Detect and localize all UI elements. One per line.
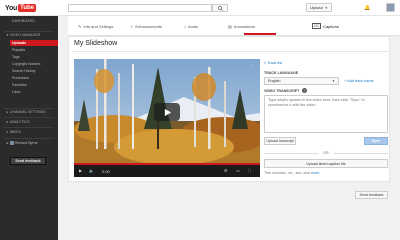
youtube-logo[interactable]: You Tube [5,3,36,13]
top-bar: You Tube Upload ▼ 🔔 [0,0,400,16]
sidebar-item-favorites[interactable]: Favorites [12,83,27,87]
music-note-icon: ♪ [184,23,186,29]
upload-button[interactable]: Upload ▼ [306,3,332,12]
upload-caption-file-button[interactable]: Upload timed caption file [264,159,388,168]
tab-bar: ✎ Info and Settings ✧ Enhancements ♪ Aud… [68,16,400,36]
tab-audio-label: Audio [188,23,199,29]
tab-audio[interactable]: ♪ Audio [184,21,198,31]
play-button-icon[interactable]: ▶ [79,168,82,173]
title-divider [72,51,388,52]
notification-bell-icon[interactable]: 🔔 [364,4,371,11]
user-avatar [9,141,14,146]
play-overlay-button[interactable] [154,103,180,121]
tab-annotations-label: Annotations [233,23,255,29]
sync-button[interactable]: Sync [364,137,388,145]
sidebar-item-tags[interactable]: Tags [12,55,20,59]
volume-icon[interactable]: 🔈 [89,168,94,173]
send-feedback-button[interactable]: Send feedback [355,191,388,199]
file-types-note: This includes .srt, .sbv, and more [264,171,319,175]
sidebar-channel-settings[interactable]: ► CHANNEL SETTINGS [6,110,46,114]
sidebar-item-purchases[interactable]: Purchases [12,76,29,80]
sidebar-item-likes[interactable]: Likes [12,90,20,94]
search-input[interactable] [68,4,212,12]
sidebar-divider [4,117,54,118]
captions-icon: CC [312,23,322,29]
add-track-name-link[interactable]: + Add track name [344,79,374,83]
sidebar-item-copyright[interactable]: Copyright Notices [12,62,40,66]
sidebar-item-search-history[interactable]: Search History [12,69,36,73]
language-select[interactable]: English ▼ [264,77,339,85]
sidebar-user-name: Richard Byrne [14,141,38,145]
avatar[interactable] [386,3,395,12]
sidebar-user[interactable]: ► Richard Byrne [6,141,38,146]
tab-active-indicator [244,33,276,35]
logo-you-text: You [5,4,18,12]
expand-icon[interactable]: ▭ [236,168,240,173]
chevron-down-icon: ▼ [324,5,328,10]
sidebar-send-feedback-button[interactable]: Send feedback [10,157,46,165]
or-divider-right [334,153,388,154]
sidebar-inbox[interactable]: ► INBOX [6,130,21,134]
sidebar-channel-settings-label: CHANNEL SETTINGS [9,110,46,114]
tab-captions[interactable]: CC Captions [312,21,339,31]
tab-annotations[interactable]: ▤ Annotations [228,21,255,31]
or-divider-left [264,153,318,154]
sidebar-dashboard[interactable]: DASHBOARD [12,19,35,23]
search-button[interactable] [212,4,228,12]
sidebar-video-manager-label: VIDEO MANAGER [9,33,41,37]
or-text: OR [323,151,329,155]
sidebar-video-manager[interactable]: ▼ VIDEO MANAGER [6,33,40,37]
sidebar-item-uploads[interactable]: Uploads [10,40,58,46]
sidebar-item-playlists[interactable]: Playlists [12,48,25,52]
chevron-down-icon: ▼ [332,79,335,83]
sidebar-divider [4,138,54,139]
sidebar-divider [4,127,54,128]
tab-enhancements-label: Enhancements [135,23,163,29]
sidebar-inbox-label: INBOX [9,130,21,134]
sidebar-analytics-label: ANALYTICS [9,120,30,124]
tab-captions-label: Captions [323,23,339,29]
search-icon [217,5,223,11]
video-transcript-label: VIDEO TRANSCRIPT [264,89,300,93]
logo-tube-text: Tube [18,4,36,12]
wand-icon: ✧ [130,23,134,29]
fullscreen-icon[interactable]: ⛶ [248,168,251,173]
video-player[interactable]: ⋮ ▶ 🔈 0:00 ⚙ ▭ ⛶ [74,59,260,177]
track-list-link[interactable]: « Track list [264,61,282,65]
file-types-more-link[interactable]: more [311,171,320,175]
file-types-note-text: This includes .srt, .sbv, and [264,171,311,175]
play-icon [164,108,171,116]
tab-enhancements[interactable]: ✧ Enhancements [130,21,162,31]
help-icon[interactable]: ? [302,88,307,93]
pencil-icon: ✎ [78,23,82,29]
time-display: 0:00 [102,169,110,174]
sidebar-divider [4,108,54,109]
settings-gear-icon[interactable]: ⚙ [224,168,228,173]
tab-info-settings-label: Info and Settings [83,23,114,29]
transcript-textarea[interactable] [264,95,388,133]
track-language-label: TRACK LANGUAGE [264,71,299,75]
upload-label: Upload [310,5,323,10]
sidebar [0,16,58,240]
video-title: My Slideshow [74,40,118,47]
player-controls: ▶ 🔈 0:00 ⚙ ▭ ⛶ [74,165,260,177]
annotation-icon: ▤ [228,23,232,29]
sidebar-analytics[interactable]: ► ANALYTICS [6,120,30,124]
share-icon[interactable]: ⋮ [250,62,255,68]
upload-transcript-button[interactable]: Upload transcript [264,137,296,145]
tab-info-settings[interactable]: ✎ Info and Settings [78,21,113,31]
sidebar-divider [4,31,54,32]
language-select-value: English [268,79,281,83]
